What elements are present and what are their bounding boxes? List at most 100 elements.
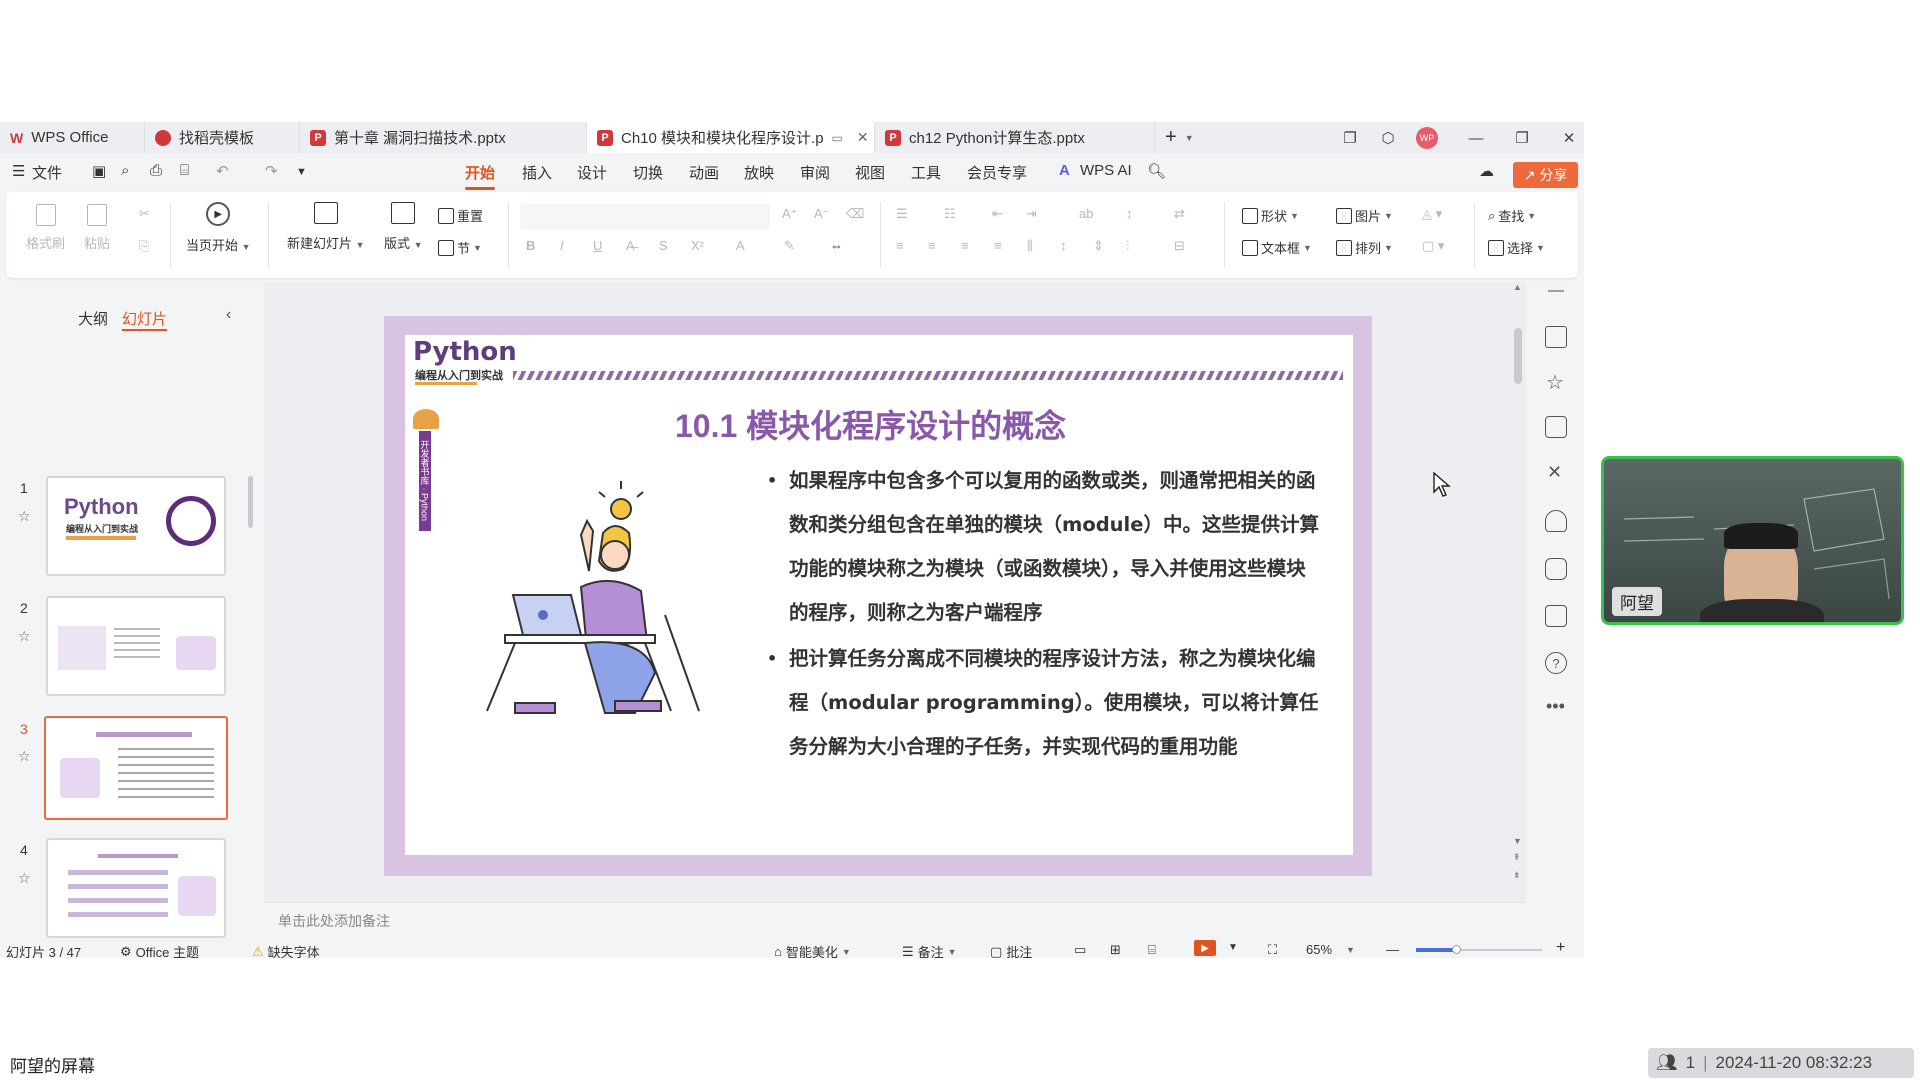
para-spacing-icon[interactable]: ⇕: [1093, 238, 1104, 254]
zoom-slider[interactable]: [1416, 945, 1542, 954]
star-icon[interactable]: ☆: [18, 508, 31, 525]
char-spacing-icon[interactable]: ⇔: [830, 238, 843, 253]
new-slide-button[interactable]: 新建幻灯片 ▼: [287, 202, 365, 252]
minimize-icon[interactable]: —: [1465, 127, 1487, 149]
search-icon[interactable]: 🔍︎: [1147, 162, 1166, 180]
shadow-icon[interactable]: S: [659, 238, 668, 253]
notes-pane[interactable]: 单击此处添加备注: [264, 902, 1526, 938]
webcam-video[interactable]: 阿望: [1601, 456, 1904, 625]
section-button[interactable]: 节 ▼: [438, 238, 482, 257]
current-slide[interactable]: Python 编程从入门到实战 开发者书库 · Python 10.1 模块化程…: [405, 335, 1353, 855]
slide-thumbnail-1[interactable]: Python 编程从入门到实战: [46, 476, 226, 576]
more-icon[interactable]: •••: [1546, 696, 1565, 717]
tab-ch10-active[interactable]: P Ch10 模块和模块化程序设计.p ▭ ✕: [587, 122, 875, 153]
text-direction-icon[interactable]: ab: [1079, 206, 1093, 221]
reset-button[interactable]: 重置: [438, 206, 483, 225]
scroll-down-icon[interactable]: ▼: [1513, 836, 1522, 846]
chevron-down-icon[interactable]: ▼: [1228, 942, 1238, 953]
slide-thumbnail-4[interactable]: [46, 838, 226, 938]
new-tab-button[interactable]: + ▼: [1155, 122, 1205, 153]
hamburger-icon[interactable]: ☰: [12, 162, 25, 180]
window-mode-icon[interactable]: ❐: [1339, 127, 1361, 149]
thumbnail-scrollbar[interactable]: [248, 476, 253, 528]
magic-icon[interactable]: [1545, 510, 1567, 532]
find-button[interactable]: ⌕ 查找 ▼: [1488, 206, 1536, 225]
distribute-icon[interactable]: ⫼: [1027, 238, 1033, 254]
tab-docer[interactable]: 找稻壳模板: [145, 122, 300, 153]
slide-thumbnail-3-selected[interactable]: [44, 716, 228, 820]
reading-view-icon[interactable]: ⌸: [1148, 942, 1156, 958]
bullet-2[interactable]: • 把计算任务分离成不同模块的程序设计方法，称之为模块化编程（modular p…: [767, 637, 1319, 769]
menu-review[interactable]: 审阅: [800, 162, 830, 183]
align-center-icon[interactable]: ≡: [928, 238, 936, 253]
align-right-icon[interactable]: ≡: [961, 238, 969, 253]
grid-view-icon[interactable]: ⊞: [1110, 942, 1121, 958]
superscript-icon[interactable]: X²: [691, 238, 704, 253]
chevron-down-icon[interactable]: ▼: [296, 166, 307, 178]
play-current-button[interactable]: ▶ 当页开始 ▼: [186, 202, 251, 254]
theme-indicator[interactable]: ⚙ Office 主题: [120, 942, 199, 959]
book-icon[interactable]: [1545, 605, 1567, 627]
numbering-icon[interactable]: ☷: [944, 206, 956, 222]
help-icon[interactable]: ?: [1545, 652, 1567, 674]
menu-transition[interactable]: 切换: [633, 162, 663, 183]
sort-icon[interactable]: ↕: [1126, 206, 1133, 221]
redo-icon[interactable]: ↷: [265, 162, 278, 180]
menu-member[interactable]: 会员专享: [967, 162, 1027, 183]
indent-icon[interactable]: ⇥: [1026, 206, 1037, 222]
outdent-icon[interactable]: ⇤: [992, 206, 1003, 222]
menu-slideshow[interactable]: 放映: [744, 162, 774, 183]
tab-ch12[interactable]: P ch12 Python计算生态.pptx: [875, 122, 1155, 153]
fill-icon[interactable]: ◬ ▾: [1422, 206, 1442, 222]
sliders-icon[interactable]: [1545, 326, 1567, 348]
tools-icon[interactable]: ✕: [1547, 462, 1562, 483]
search-doc-icon[interactable]: ⌕: [121, 162, 129, 179]
zoom-in-icon[interactable]: +: [1556, 939, 1565, 957]
font-color-icon[interactable]: A: [736, 238, 745, 253]
slide-title[interactable]: 10.1 模块化程序设计的概念: [675, 401, 1066, 447]
cut-icon[interactable]: ✂: [139, 206, 150, 222]
outline-icon[interactable]: ▢ ▾: [1422, 238, 1444, 254]
zoom-select[interactable]: 65% ▼: [1306, 942, 1355, 957]
scroll-thumb[interactable]: [1514, 328, 1522, 384]
minus-icon[interactable]: —: [1548, 282, 1564, 300]
comments-toggle[interactable]: ▢ 批注: [990, 942, 1032, 959]
convert-icon[interactable]: ⇄: [1174, 206, 1185, 222]
share-button[interactable]: ↗ 分享: [1513, 162, 1578, 188]
format-painter-button[interactable]: 格式刷: [26, 204, 65, 252]
line-spacing-icon[interactable]: ↕: [1060, 238, 1067, 253]
missing-font-indicator[interactable]: ⚠ 缺失字体: [252, 942, 320, 959]
text-box-align-icon[interactable]: ⊟: [1174, 238, 1185, 254]
columns-icon[interactable]: ⫶: [1126, 238, 1129, 254]
strikethrough-icon[interactable]: A̶: [626, 238, 635, 253]
bullets-icon[interactable]: ☰: [896, 206, 908, 222]
print-icon[interactable]: ⎙: [150, 162, 162, 179]
star-icon[interactable]: ☆: [18, 748, 31, 765]
next-slide-icon[interactable]: ⇟: [1513, 870, 1521, 881]
normal-view-icon[interactable]: ▭: [1074, 942, 1086, 958]
align-left-icon[interactable]: ≡: [896, 238, 904, 253]
save-icon[interactable]: ▣: [92, 162, 106, 180]
textbox-button[interactable]: 文本框 ▼: [1242, 238, 1312, 257]
collapse-panel-icon[interactable]: ‹: [226, 306, 231, 324]
menu-wps-ai[interactable]: WPS AI: [1080, 162, 1132, 179]
underline-icon[interactable]: U: [593, 238, 602, 253]
bold-icon[interactable]: B: [526, 238, 535, 253]
tab-wps-office[interactable]: W WPS Office: [0, 122, 145, 153]
justify-icon[interactable]: ≡: [994, 238, 1002, 253]
picture-button[interactable]: 图片 ▼: [1336, 206, 1393, 225]
signature-icon[interactable]: [1545, 558, 1567, 580]
tab-chapter10-vuln[interactable]: P 第十章 漏洞扫描技术.pptx: [300, 122, 587, 153]
arrange-button[interactable]: 排列 ▼: [1336, 238, 1393, 257]
outline-tab[interactable]: 大纲: [78, 308, 108, 329]
paste-button[interactable]: 粘贴: [84, 204, 110, 252]
menu-tools[interactable]: 工具: [911, 162, 941, 183]
clear-format-icon[interactable]: ⌫: [846, 206, 864, 222]
select-button[interactable]: 选择 ▼: [1488, 238, 1545, 257]
beautify-button[interactable]: ⌂ 智能美化 ▼: [774, 942, 851, 958]
font-name-select[interactable]: [520, 204, 770, 230]
layout-button[interactable]: 版式 ▼: [384, 202, 423, 252]
menu-animation[interactable]: 动画: [689, 162, 719, 183]
menu-view[interactable]: 视图: [855, 162, 885, 183]
editor-scrollbar[interactable]: ▲ ▼ ⇞ ⇟: [1513, 282, 1522, 890]
